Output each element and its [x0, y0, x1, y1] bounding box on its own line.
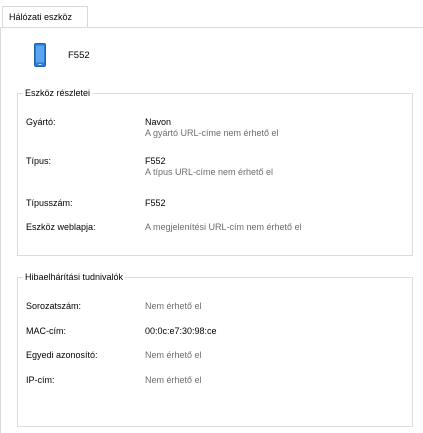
- device-webpage-label: Eszköz weblapja:: [26, 222, 96, 232]
- serial-number-label: Sorozatszám:: [26, 301, 82, 311]
- mac-address-value: 00:0c:e7:30:98:ce: [145, 326, 217, 336]
- troubleshooting-title: Hibaelhárítási tudnivalók: [23, 271, 126, 283]
- serial-number-value: Nem érhető el: [145, 301, 202, 311]
- tab-strip: Hálózati eszköz: [0, 0, 423, 28]
- manufacturer-label: Gyártó:: [26, 117, 56, 127]
- phone-icon: [34, 43, 46, 67]
- device-details-title: Eszköz részletei: [23, 87, 93, 99]
- device-name: F552: [68, 50, 90, 61]
- model-number-label: Típusszám:: [26, 198, 73, 208]
- unique-id-label: Egyedi azonosító:: [26, 350, 98, 360]
- unique-id-value: Nem érhető el: [145, 350, 202, 360]
- device-webpage-value: A megjelenítési URL-cím nem érhető el: [145, 222, 302, 232]
- tab-network-device[interactable]: Hálózati eszköz: [2, 6, 88, 28]
- manufacturer-url-note: A gyártó URL-címe nem érhető el: [145, 128, 279, 138]
- ip-address-value: Nem érhető el: [145, 375, 202, 385]
- mac-address-label: MAC-cím:: [26, 326, 66, 336]
- ip-address-label: IP-cím:: [26, 375, 55, 385]
- model-number-value: F552: [145, 198, 166, 208]
- type-url-note: A típus URL-címe nem érhető el: [145, 167, 274, 177]
- type-label: Típus:: [26, 156, 52, 166]
